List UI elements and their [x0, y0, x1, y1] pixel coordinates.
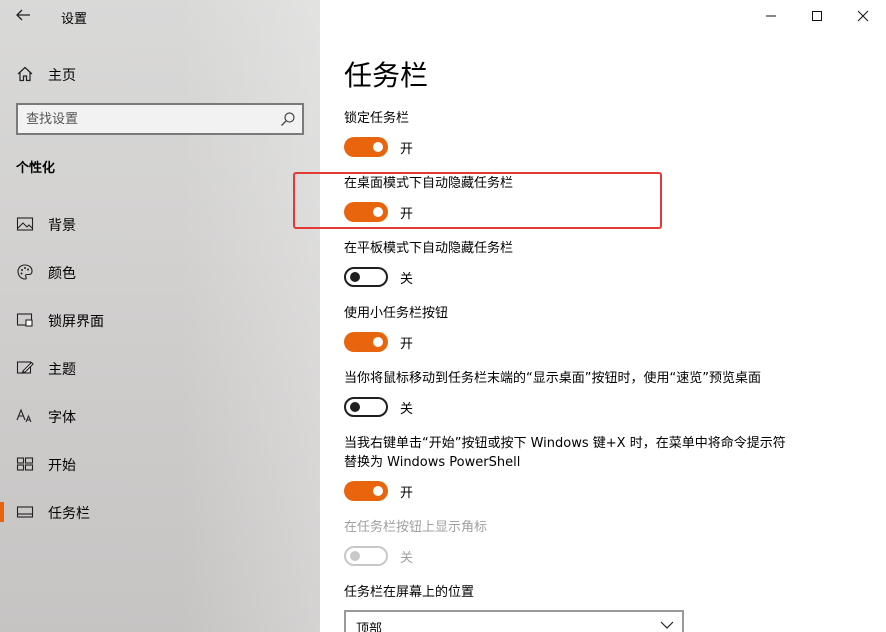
maximize-button[interactable]: [794, 0, 840, 32]
setting-badges: 在任务栏按钮上显示角标 关: [344, 518, 864, 568]
setting-lock-taskbar: 锁定任务栏 开: [344, 109, 864, 159]
close-button[interactable]: [840, 0, 886, 32]
toggle-state: 开: [400, 337, 414, 352]
setting-peek: 当你将鼠标移动到任务栏末端的“显示桌面”按钮时，使用“速览”预览桌面 关: [344, 369, 864, 419]
theme-icon: [16, 359, 34, 377]
toggle-switch[interactable]: [344, 267, 388, 287]
sidebar-item-home[interactable]: 主页: [0, 60, 320, 88]
sidebar-item-background[interactable]: 背景: [0, 208, 320, 240]
sidebar-item-label: 字体: [48, 410, 76, 426]
taskbar-icon: [16, 503, 34, 521]
sidebar-titlebar: 设置: [0, 0, 320, 32]
position-dropdown[interactable]: 顶部: [344, 610, 684, 632]
lock-screen-icon: [16, 311, 34, 329]
image-icon: [16, 215, 34, 233]
sidebar-item-label: 任务栏: [48, 506, 90, 522]
setting-small-buttons: 使用小任务栏按钮 开: [344, 304, 864, 354]
sidebar-item-start[interactable]: 开始: [0, 448, 320, 480]
search-input[interactable]: [26, 110, 276, 128]
setting-label: 使用小任务栏按钮: [344, 306, 449, 321]
toggle-state: 关: [400, 402, 414, 417]
active-indicator: [0, 502, 4, 522]
sidebar-item-colors[interactable]: 颜色: [0, 256, 320, 288]
start-icon: [16, 455, 34, 473]
sidebar-item-label: 开始: [48, 458, 76, 474]
toggle-switch[interactable]: [344, 481, 388, 501]
font-icon: [16, 407, 34, 425]
highlight-annotation: [293, 172, 662, 229]
sidebar-item-label: 主页: [48, 68, 76, 84]
window-controls: [748, 0, 886, 32]
setting-label: 任务栏在屏幕上的位置: [344, 585, 475, 600]
setting-label: 锁定任务栏: [344, 111, 410, 126]
back-button[interactable]: [10, 4, 36, 28]
setting-autohide-tablet: 在平板模式下自动隐藏任务栏 关: [344, 239, 864, 289]
maximize-icon: [812, 11, 822, 21]
toggle-switch[interactable]: [344, 397, 388, 417]
close-icon: [857, 10, 869, 22]
toggle-state: 关: [400, 272, 414, 287]
toggle-state: 开: [400, 142, 414, 157]
section-title: 个性化: [16, 161, 56, 176]
toggle-state: 关: [400, 551, 414, 566]
sidebar-item-taskbar[interactable]: 任务栏: [0, 496, 320, 528]
chevron-down-icon: [660, 621, 674, 629]
sidebar-item-lock-screen[interactable]: 锁屏界面: [0, 304, 320, 336]
toggle-switch[interactable]: [344, 332, 388, 352]
setting-label: 在平板模式下自动隐藏任务栏: [344, 241, 514, 256]
minimize-button[interactable]: [748, 0, 794, 32]
search-box[interactable]: [16, 103, 304, 135]
app-title: 设置: [61, 12, 88, 27]
arrow-left-icon: [16, 9, 30, 21]
sidebar-item-label: 背景: [48, 218, 76, 234]
home-icon: [16, 65, 34, 83]
toggle-switch: [344, 546, 388, 566]
minimize-icon: [766, 15, 776, 17]
page-title: 任务栏: [344, 59, 429, 92]
setting-label: 当你将鼠标移动到任务栏末端的“显示桌面”按钮时，使用“速览”预览桌面: [344, 371, 761, 386]
setting-label: 当我右键单击“开始”按钮或按下 Windows 键+X 时，在菜单中将命令提示符…: [344, 436, 786, 470]
palette-icon: [16, 263, 34, 281]
search-icon[interactable]: [280, 111, 296, 127]
setting-powershell: 当我右键单击“开始”按钮或按下 Windows 键+X 时，在菜单中将命令提示符…: [344, 434, 789, 503]
setting-position: 任务栏在屏幕上的位置: [344, 583, 864, 602]
sidebar-item-label: 锁屏界面: [48, 314, 104, 330]
sidebar-item-fonts[interactable]: 字体: [0, 400, 320, 432]
main-content: 任务栏 锁定任务栏 开 在桌面模式下自动隐藏任务栏 开 在平板模式下自动隐藏任务…: [320, 0, 886, 632]
dropdown-value: 顶部: [356, 622, 383, 632]
sidebar-item-themes[interactable]: 主题: [0, 352, 320, 384]
sidebar-item-label: 主题: [48, 362, 76, 378]
sidebar-item-label: 颜色: [48, 266, 76, 282]
toggle-switch[interactable]: [344, 137, 388, 157]
sidebar: 设置 主页 个性化 背景 颜色 锁屏界面 主题: [0, 0, 320, 632]
setting-label: 在任务栏按钮上显示角标: [344, 520, 488, 535]
toggle-state: 开: [400, 486, 414, 501]
